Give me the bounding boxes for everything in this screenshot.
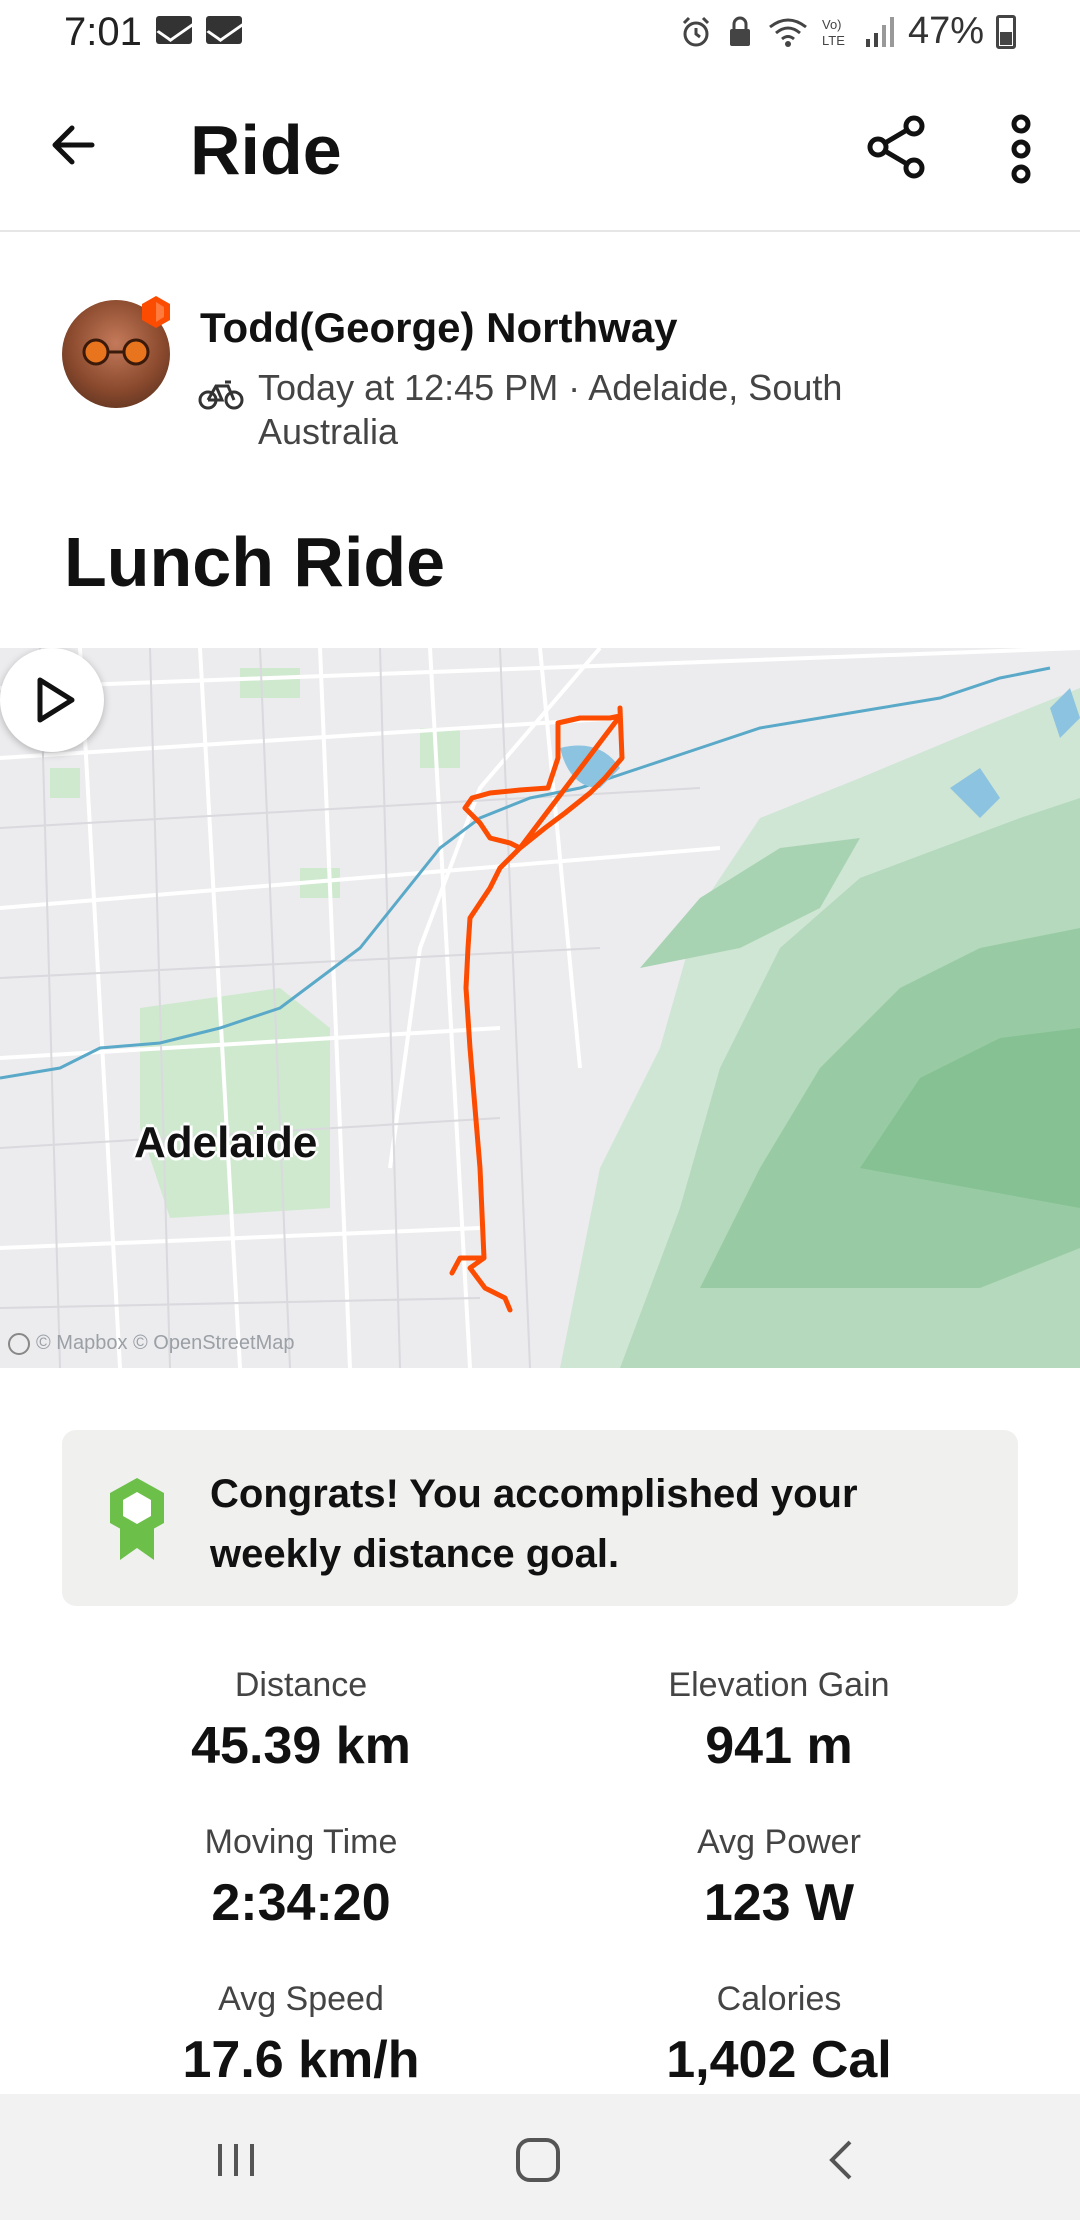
- map-attribution-text: © Mapbox © OpenStreetMap: [36, 1332, 295, 1354]
- stat-value: 2:34:20: [211, 1874, 391, 1932]
- wifi-icon: [769, 18, 807, 47]
- stat-value: 123 W: [703, 1874, 855, 1932]
- mapbox-logo-icon: [8, 1332, 30, 1355]
- signal-icon: [865, 16, 894, 47]
- map-attribution[interactable]: © Mapbox © OpenStreetMap: [8, 1332, 295, 1355]
- stat-value: 17.6 km/h: [182, 2031, 420, 2089]
- recents-icon[interactable]: [206, 2130, 266, 2190]
- stat-avg-power: Avg Power 123 W: [539, 1823, 1019, 1933]
- goal-banner[interactable]: Congrats! You accomplished your weekly d…: [62, 1430, 1018, 1606]
- stat-label: Avg Power: [697, 1823, 861, 1861]
- stat-label: Distance: [234, 1666, 368, 1704]
- alarm-icon: [682, 16, 709, 46]
- stat-distance: Distance 45.39 km: [61, 1666, 541, 1776]
- map-canvas: [0, 648, 1080, 1368]
- athlete-name[interactable]: Todd(George) Northway: [200, 304, 678, 352]
- stat-value: 45.39 km: [191, 1717, 411, 1775]
- svg-text:Vo): Vo): [822, 17, 842, 32]
- home-icon[interactable]: [508, 2130, 568, 2190]
- volte-icon: Vo) LTE: [822, 17, 845, 48]
- status-time: 7:01: [64, 10, 142, 54]
- stat-label: Moving Time: [204, 1823, 398, 1861]
- stat-label: Calories: [716, 1980, 842, 2018]
- svg-text:LTE: LTE: [822, 33, 845, 48]
- more-vertical-icon[interactable]: [996, 114, 1046, 184]
- award-ribbon-icon: [110, 1478, 164, 1560]
- stat-value: 1,402 Cal: [666, 2031, 892, 2089]
- status-bar: 7:01 Vo) LTE 47%: [0, 0, 1080, 66]
- map-city-label: Adelaide: [134, 1118, 318, 1167]
- play-icon[interactable]: [0, 648, 104, 752]
- glasses-decoration: [82, 338, 150, 366]
- route-map[interactable]: Adelaide © Mapbox © OpenStreetMap: [0, 648, 1080, 1368]
- goal-banner-text: Congrats! You accomplished your weekly d…: [210, 1472, 858, 1576]
- battery-icon: [996, 14, 1016, 49]
- stat-label: Elevation Gain: [668, 1666, 890, 1704]
- app-bar: Ride: [0, 66, 1080, 232]
- mail-icon: [206, 16, 242, 44]
- battery-percent: 47%: [907, 10, 984, 52]
- stat-value: 941 m: [705, 1717, 853, 1775]
- share-icon[interactable]: [864, 114, 930, 180]
- lock-icon: [729, 16, 750, 46]
- activity-title: Lunch Ride: [64, 523, 446, 601]
- activity-meta: Today at 12:45 PM · Adelaide, South Aust…: [258, 367, 843, 452]
- athlete-header[interactable]: Todd(George) Northway Today at 12:45 PM …: [0, 290, 1080, 470]
- stat-calories: Calories 1,402 Cal: [539, 1980, 1019, 2090]
- subscriber-badge-icon: [142, 296, 170, 328]
- mail-icon: [156, 16, 192, 44]
- system-nav-bar: [0, 2094, 1080, 2220]
- stat-label: Avg Speed: [218, 1980, 384, 2018]
- page-title: Ride: [190, 111, 342, 189]
- nav-back-icon[interactable]: [812, 2130, 872, 2190]
- arrow-left-icon[interactable]: [40, 110, 110, 180]
- stat-moving-time: Moving Time 2:34:20: [61, 1823, 541, 1933]
- bike-icon: [198, 380, 244, 410]
- stat-elevation-gain: Elevation Gain 941 m: [539, 1666, 1019, 1776]
- stat-avg-speed: Avg Speed 17.6 km/h: [61, 1980, 541, 2090]
